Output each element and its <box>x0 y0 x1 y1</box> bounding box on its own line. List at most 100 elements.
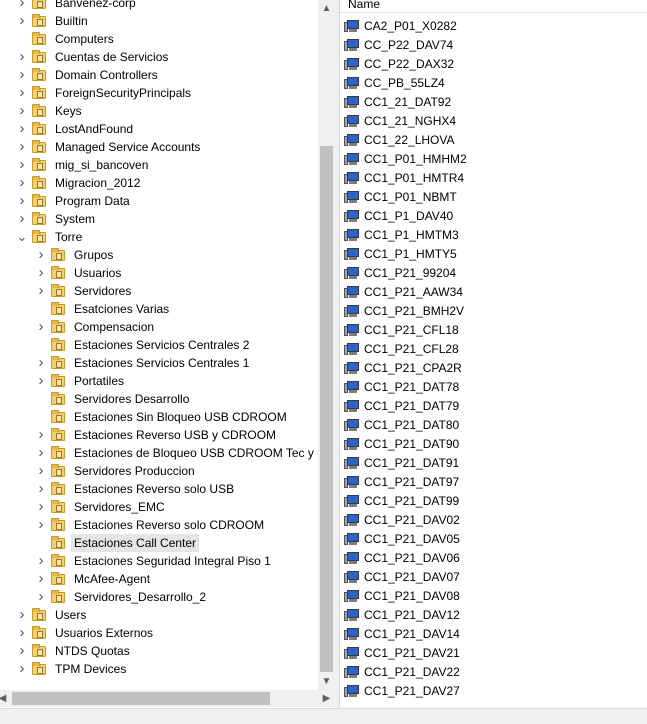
list-item[interactable]: CC1_P21_DAV27 <box>344 682 460 701</box>
tree-item[interactable]: Estaciones Sin Bloqueo USB CDROOM <box>36 408 290 426</box>
list-item[interactable]: CC1_P21_DAV14 <box>344 625 460 644</box>
list-item[interactable]: CC1_P21_DAT79 <box>344 397 459 416</box>
tree-item[interactable]: › Grupos <box>36 246 116 264</box>
list-item[interactable]: CC1_P21_DAV08 <box>344 587 460 606</box>
list-item[interactable]: CC1_P21_DAV12 <box>344 606 460 625</box>
chevron-right-icon[interactable]: › <box>17 174 27 192</box>
list-item[interactable]: CC1_P21_CPA2R <box>344 359 462 378</box>
chevron-right-icon[interactable]: › <box>36 246 46 264</box>
tree-vertical-scrollbar[interactable]: ▲ ▼ <box>318 0 335 690</box>
chevron-right-icon[interactable]: › <box>36 444 46 462</box>
list-item[interactable]: CC1_P21_DAT99 <box>344 492 459 511</box>
chevron-right-icon[interactable]: › <box>36 552 46 570</box>
list-item[interactable]: CC1_P21_DAT78 <box>344 378 459 397</box>
list-item[interactable]: CC1_P01_NBMT <box>344 188 457 207</box>
tree-item[interactable]: › Estaciones de Bloqueo USB CDROOM Tec y … <box>36 444 319 462</box>
list-item[interactable]: CC1_P21_DAT80 <box>344 416 459 435</box>
list-item[interactable]: CC1_P21_CFL18 <box>344 321 459 340</box>
tree-item[interactable]: › Usuarios <box>36 264 124 282</box>
tree-item[interactable]: › mig_si_bancoven <box>17 156 151 174</box>
scroll-up-arrow-icon[interactable]: ▲ <box>318 0 335 17</box>
tree-item[interactable]: Estaciones Call Center <box>36 534 200 552</box>
chevron-right-icon[interactable]: › <box>17 66 27 84</box>
chevron-right-icon[interactable]: › <box>36 372 46 390</box>
tree-item[interactable]: › Program Data <box>17 192 133 210</box>
list-item[interactable]: CC1_P21_BMH2V <box>344 302 464 321</box>
tree-item[interactable]: › Builtin <box>17 12 91 30</box>
chevron-right-icon[interactable]: › <box>36 462 46 480</box>
list-item[interactable]: CC1_P01_HMHM2 <box>344 150 467 169</box>
list-item[interactable]: CC1_P21_CFL28 <box>344 340 459 359</box>
list-item[interactable]: CC1_P21_DAT91 <box>344 454 459 473</box>
tree-item[interactable]: ⌄ Torre <box>17 228 85 246</box>
tree-item[interactable]: Esatciones Varias <box>36 300 172 318</box>
tree-item[interactable]: › Managed Service Accounts <box>17 138 203 156</box>
tree-item[interactable]: › Servidores <box>36 282 134 300</box>
tree-horizontal-scrollbar[interactable]: ◀ ▶ <box>0 690 335 707</box>
scroll-left-arrow-icon[interactable]: ◀ <box>0 690 11 707</box>
tree-item[interactable]: › Estaciones Reverso solo CDROOM <box>36 516 267 534</box>
column-header-name[interactable]: Name <box>340 0 647 13</box>
chevron-down-icon[interactable]: ⌄ <box>17 228 28 246</box>
chevron-right-icon[interactable]: › <box>17 48 27 66</box>
chevron-right-icon[interactable]: › <box>17 0 27 12</box>
chevron-right-icon[interactable]: › <box>36 426 46 444</box>
tree-item[interactable]: › ForeignSecurityPrincipals <box>17 84 194 102</box>
tree-item[interactable]: › Servidores Produccion <box>36 462 198 480</box>
tree-item[interactable]: › Users <box>17 606 89 624</box>
list-item[interactable]: CC1_P21_DAV07 <box>344 568 460 587</box>
scrollbar-thumb[interactable] <box>320 146 333 672</box>
scrollbar-thumb[interactable] <box>12 692 270 705</box>
tree-item[interactable]: › System <box>17 210 98 228</box>
list-item[interactable]: CA2_P01_X0282 <box>344 17 457 36</box>
chevron-right-icon[interactable]: › <box>36 588 46 606</box>
chevron-right-icon[interactable]: › <box>17 210 27 228</box>
tree-item[interactable]: › TPM Devices <box>17 660 129 678</box>
list-item[interactable]: CC1_P21_DAV06 <box>344 549 460 568</box>
chevron-right-icon[interactable]: › <box>36 516 46 534</box>
chevron-right-icon[interactable]: › <box>36 570 46 588</box>
list-item[interactable]: CC1_P21_DAV21 <box>344 644 460 663</box>
list-item[interactable]: CC1_P01_HMTR4 <box>344 169 464 188</box>
tree-item[interactable]: › Estaciones Seguridad Integral Piso 1 <box>36 552 274 570</box>
tree-item[interactable]: › McAfee-Agent <box>36 570 153 588</box>
tree-item[interactable]: › Cuentas de Servicios <box>17 48 171 66</box>
tree-item[interactable]: › NTDS Quotas <box>17 642 133 660</box>
list-item[interactable]: CC1_P21_DAT90 <box>344 435 459 454</box>
chevron-right-icon[interactable]: › <box>17 660 27 678</box>
chevron-right-icon[interactable]: › <box>36 498 46 516</box>
list-item[interactable]: CC1_21_NGHX4 <box>344 112 456 131</box>
list-item[interactable]: CC1_P1_DAV40 <box>344 207 453 226</box>
list-item[interactable]: CC1_22_LHOVA <box>344 131 455 150</box>
scroll-down-arrow-icon[interactable]: ▼ <box>318 673 335 690</box>
tree-item[interactable]: › Estaciones Servicios Centrales 1 <box>36 354 252 372</box>
chevron-right-icon[interactable]: › <box>17 138 27 156</box>
list-item[interactable]: CC_P22_DAV74 <box>344 36 453 55</box>
list-item[interactable]: CC1_P21_DAT97 <box>344 473 459 492</box>
tree-item[interactable]: › Migracion_2012 <box>17 174 143 192</box>
tree-item[interactable]: › Compensacion <box>36 318 157 336</box>
tree-item[interactable]: Estaciones Servicios Centrales 2 <box>36 336 252 354</box>
scroll-right-arrow-icon[interactable]: ▶ <box>318 690 335 707</box>
chevron-right-icon[interactable]: › <box>17 624 27 642</box>
chevron-right-icon[interactable]: › <box>36 318 46 336</box>
chevron-right-icon[interactable]: › <box>36 354 46 372</box>
list-item[interactable]: CC1_P21_DAV05 <box>344 530 460 549</box>
list-item[interactable]: CC_PB_55LZ4 <box>344 74 445 93</box>
list-item[interactable]: CC_P22_DAX32 <box>344 55 454 74</box>
tree-item[interactable]: Computers <box>17 30 117 48</box>
chevron-right-icon[interactable]: › <box>17 84 27 102</box>
tree-item[interactable]: › Banvenez-corp <box>17 0 139 12</box>
tree-item[interactable]: › Portatiles <box>36 372 127 390</box>
chevron-right-icon[interactable]: › <box>17 120 27 138</box>
chevron-right-icon[interactable]: › <box>17 102 27 120</box>
tree-item[interactable]: › Usuarios Externos <box>17 624 156 642</box>
tree-item[interactable]: › Keys <box>17 102 85 120</box>
chevron-right-icon[interactable]: › <box>36 282 46 300</box>
list-item[interactable]: CC1_P21_AAW34 <box>344 283 463 302</box>
tree-item[interactable]: › Estaciones Reverso solo USB <box>36 480 237 498</box>
list-item[interactable]: CC1_P21_DAV22 <box>344 663 460 682</box>
chevron-right-icon[interactable]: › <box>17 192 27 210</box>
chevron-right-icon[interactable]: › <box>36 480 46 498</box>
tree-item[interactable]: › LostAndFound <box>17 120 136 138</box>
